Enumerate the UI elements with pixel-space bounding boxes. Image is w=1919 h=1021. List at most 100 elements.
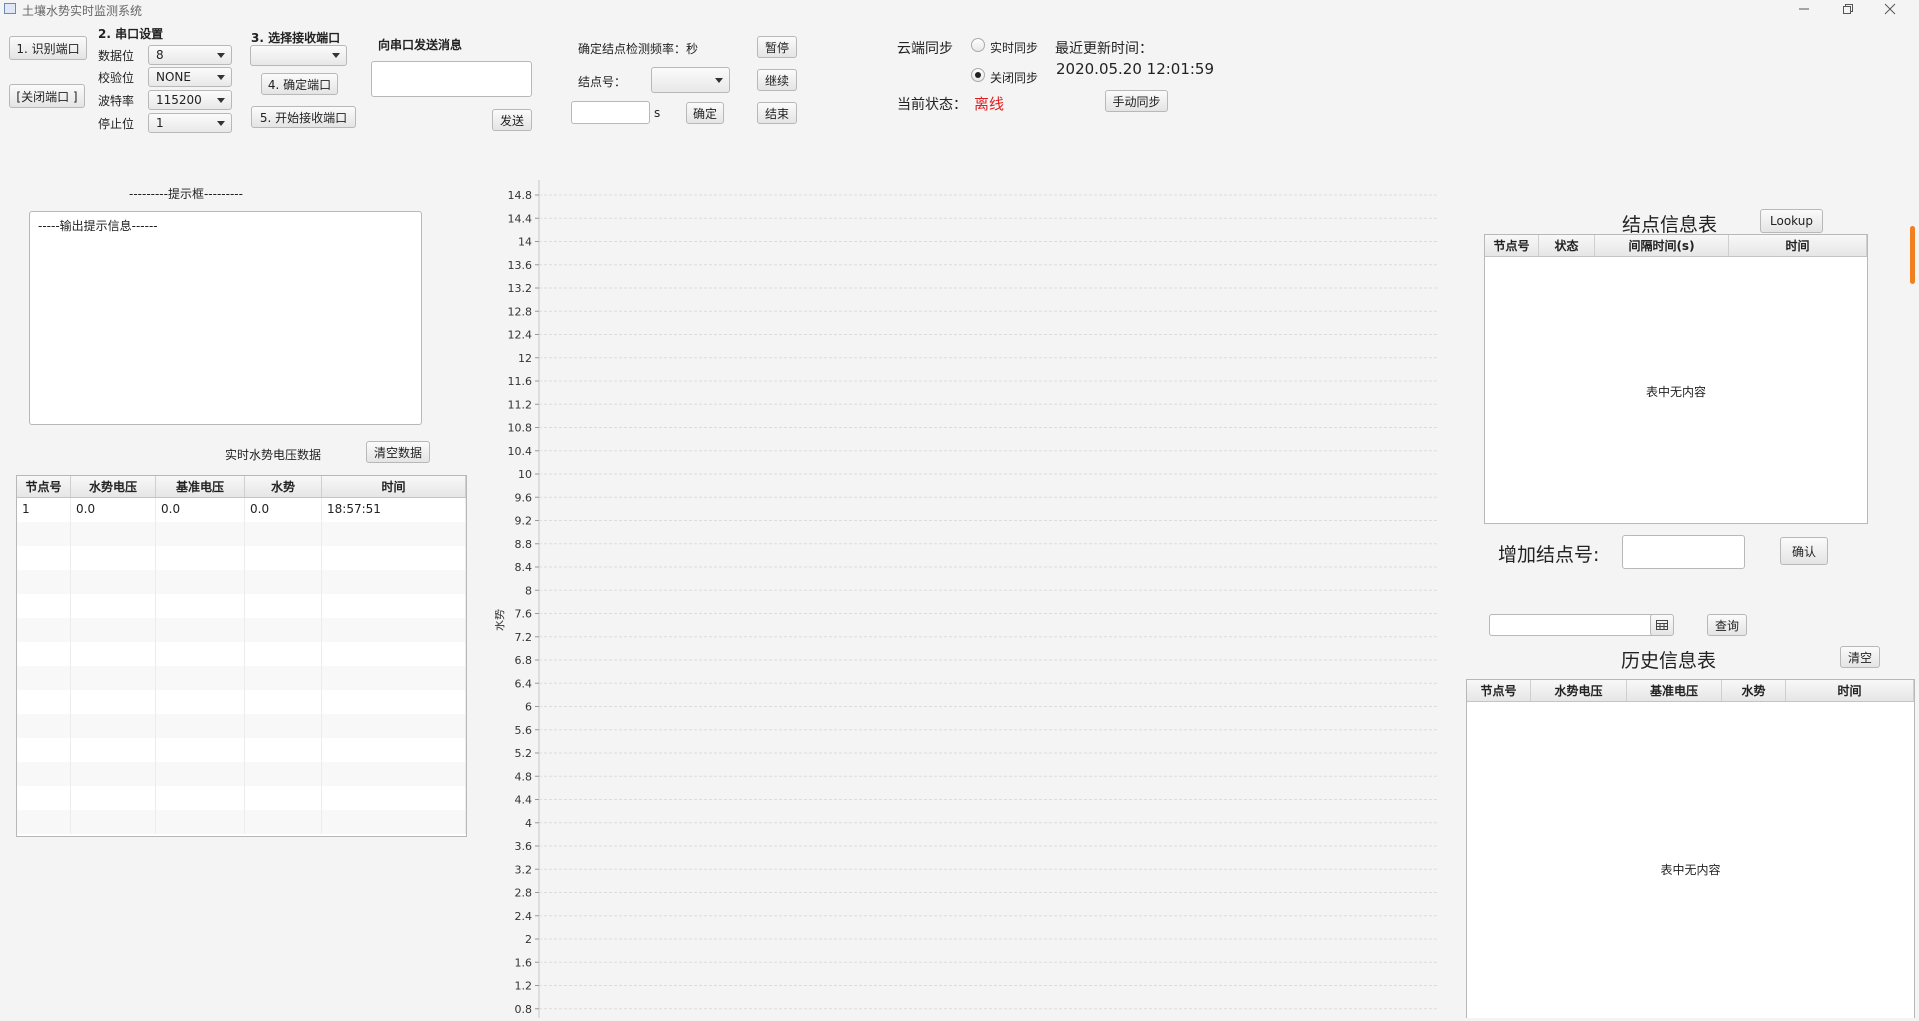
realtime-sync-radio[interactable]	[971, 38, 985, 52]
identify-port-button[interactable]: 1. 识别端口	[9, 36, 87, 60]
table-row[interactable]	[17, 618, 466, 642]
y-tick-label: 7.6	[515, 608, 533, 621]
table-cell	[17, 594, 71, 618]
node-info-table[interactable]: 节点号 状态 间隔时间(s) 时间 表中无内容	[1484, 234, 1868, 524]
column-header[interactable]: 水势	[245, 476, 322, 497]
table-row[interactable]	[17, 786, 466, 810]
table-cell	[17, 786, 71, 810]
column-header[interactable]: 基准电压	[1627, 680, 1722, 701]
parity-select[interactable]: NONE	[148, 67, 232, 87]
column-header[interactable]: 水势电压	[1531, 680, 1627, 701]
frequency-confirm-button[interactable]: 确定	[686, 102, 724, 124]
table-cell	[156, 666, 245, 690]
table-cell	[245, 546, 322, 570]
y-tick-label: 11.2	[508, 398, 533, 411]
table-cell	[71, 762, 156, 786]
chart-svg: 14.8 14.4 14 13.6 13.2 12.8 12.4 12 11.6 11.2 10.8…	[493, 180, 1439, 1018]
table-row[interactable]	[17, 738, 466, 762]
stop-bits-select[interactable]: 1	[148, 113, 232, 133]
table-cell	[245, 738, 322, 762]
table-row[interactable]	[17, 642, 466, 666]
y-tick-label: 10.4	[508, 445, 533, 458]
end-button[interactable]: 结束	[757, 102, 797, 124]
column-header[interactable]: 基准电压	[156, 476, 245, 497]
table-cell	[156, 810, 245, 834]
seconds-unit: s	[654, 106, 661, 120]
table-cell	[17, 546, 71, 570]
column-header[interactable]: 时间	[1786, 680, 1914, 701]
table-row[interactable]	[17, 666, 466, 690]
clear-data-button[interactable]: 清空数据	[366, 441, 430, 463]
close-sync-label[interactable]: 关闭同步	[990, 69, 1038, 86]
resume-button[interactable]: 继续	[757, 69, 797, 91]
table-row[interactable]	[17, 594, 466, 618]
y-tick-label: 14.8	[508, 189, 533, 202]
y-tick-label: 3.6	[515, 840, 533, 853]
close-port-button[interactable]: [关闭端口 ]	[9, 84, 85, 108]
table-cell	[245, 714, 322, 738]
maximize-icon[interactable]	[1840, 2, 1854, 16]
chevron-down-icon	[217, 121, 225, 126]
table-row[interactable]	[17, 546, 466, 570]
column-header[interactable]: 节点号	[17, 476, 71, 497]
column-header[interactable]: 水势电压	[71, 476, 156, 497]
table-cell	[17, 810, 71, 834]
chevron-down-icon	[715, 78, 723, 83]
column-header[interactable]: 水势	[1722, 680, 1786, 701]
column-header[interactable]: 间隔时间(s)	[1595, 235, 1729, 256]
table-row[interactable]: 1 0.0 0.0 0.0 18:57:51	[17, 498, 466, 522]
node-number-select[interactable]	[651, 67, 730, 93]
query-button[interactable]: 查询	[1707, 614, 1747, 636]
start-receive-button[interactable]: 5. 开始接收端口	[251, 106, 356, 128]
manual-sync-button[interactable]: 手动同步	[1105, 90, 1168, 112]
table-cell	[156, 786, 245, 810]
y-tick-label: 2	[525, 933, 532, 946]
add-node-input[interactable]	[1622, 535, 1745, 569]
data-bits-label: 数据位	[98, 49, 135, 63]
table-header: 节点号 水势电压 基准电压 水势 时间	[17, 476, 466, 498]
realtime-data-table[interactable]: 节点号 水势电压 基准电压 水势 时间 1 0.0 0.0 0.0 18:57:51	[16, 475, 467, 837]
cloud-sync-label: 云端同步	[897, 41, 953, 57]
y-tick-label: 10	[518, 468, 532, 481]
table-row[interactable]	[17, 810, 466, 834]
lookup-button[interactable]: Lookup	[1760, 209, 1823, 233]
baud-rate-select[interactable]: 115200	[148, 90, 232, 110]
table-row[interactable]	[17, 762, 466, 786]
pause-button[interactable]: 暂停	[757, 36, 797, 58]
table-row[interactable]	[17, 522, 466, 546]
send-button[interactable]: 发送	[492, 109, 532, 131]
column-header[interactable]: 状态	[1539, 235, 1595, 256]
receive-port-select[interactable]	[250, 45, 347, 66]
realtime-sync-label[interactable]: 实时同步	[990, 39, 1038, 56]
frequency-seconds-input[interactable]	[571, 101, 650, 124]
confirm-add-node-button[interactable]: 确认	[1780, 537, 1828, 565]
table-row[interactable]	[17, 714, 466, 738]
y-tick-label: 8.4	[515, 561, 533, 574]
last-update-value: 2020.05.20 12:01:59	[1056, 60, 1215, 78]
close-sync-radio[interactable]	[971, 68, 985, 82]
close-icon[interactable]	[1883, 2, 1897, 16]
data-bits-select[interactable]: 8	[148, 45, 232, 65]
app-icon	[4, 3, 16, 14]
column-header[interactable]: 节点号	[1485, 235, 1539, 256]
table-cell	[71, 642, 156, 666]
calendar-button[interactable]	[1650, 614, 1674, 636]
scrollbar-thumb[interactable]	[1910, 226, 1915, 284]
send-message-input[interactable]	[371, 61, 532, 97]
date-picker-input[interactable]	[1489, 614, 1655, 636]
table-row[interactable]	[17, 690, 466, 714]
table-cell	[245, 690, 322, 714]
chevron-down-icon	[217, 53, 225, 58]
column-header[interactable]: 时间	[322, 476, 466, 497]
minimize-icon[interactable]	[1797, 2, 1811, 16]
column-header[interactable]: 节点号	[1467, 680, 1531, 701]
confirm-port-button[interactable]: 4. 确定端口	[261, 73, 338, 95]
history-table-title: 历史信息表	[1621, 650, 1717, 672]
table-row[interactable]	[17, 570, 466, 594]
history-info-table[interactable]: 节点号 水势电压 基准电压 水势 时间 表中无内容	[1466, 679, 1915, 1018]
table-body: 1 0.0 0.0 0.0 18:57:51	[17, 498, 466, 834]
column-header[interactable]: 时间	[1729, 235, 1867, 256]
table-cell	[156, 714, 245, 738]
y-tick-label: 12	[518, 352, 532, 365]
history-clear-button[interactable]: 清空	[1840, 646, 1880, 668]
